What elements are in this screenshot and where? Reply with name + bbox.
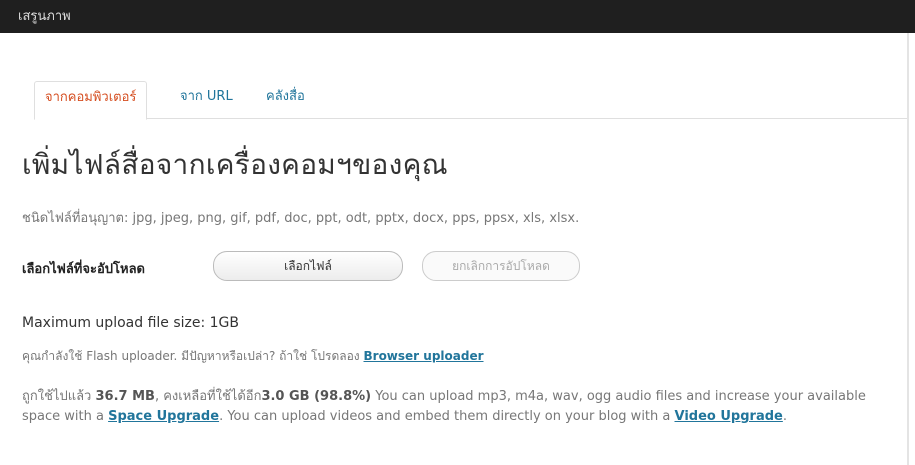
quota-prefix: ถูกใช้ไปแล้ว bbox=[22, 389, 92, 404]
tab-from-computer[interactable]: จากคอมพิวเตอร์ bbox=[34, 81, 148, 120]
max-upload-size: Maximum upload file size: 1GB bbox=[22, 315, 240, 331]
space-upgrade-link[interactable]: Space Upgrade bbox=[108, 409, 219, 424]
cancel-upload-button[interactable]: ยกเลิกการอัปโหลด bbox=[422, 251, 580, 281]
tab-from-url[interactable]: จาก URL bbox=[180, 81, 233, 118]
quota-text-3: . bbox=[782, 409, 787, 424]
browser-uploader-link[interactable]: Browser uploader bbox=[364, 349, 484, 363]
media-upload-window: เสรูนภาพ จากคอมพิวเตอร์ จาก URL คลังสื่อ… bbox=[0, 0, 915, 465]
select-files-label: เลือกไฟล์ที่จะอัปโหลด bbox=[22, 262, 145, 277]
window-title: เสรูนภาพ bbox=[18, 9, 71, 24]
flash-uploader-notice: คุณกำลังใช้ Flash uploader. มีปัญหาหรือเ… bbox=[22, 347, 484, 366]
window-titlebar: เสรูนภาพ bbox=[0, 0, 915, 33]
quota-text-2: . You can upload videos and embed them d… bbox=[219, 409, 675, 424]
tab-media-library[interactable]: คลังสื่อ bbox=[266, 81, 305, 118]
flash-notice-text: คุณกำลังใช้ Flash uploader. มีปัญหาหรือเ… bbox=[22, 349, 360, 363]
storage-quota-info: ถูกใช้ไปแล้ว 36.7 MB, คงเหลือที่ใช้ได้อี… bbox=[22, 387, 902, 427]
allowed-file-types: ชนิดไฟล์ที่อนุญาต: jpg, jpeg, png, gif, … bbox=[22, 211, 580, 226]
video-upgrade-link[interactable]: Video Upgrade bbox=[675, 409, 783, 424]
quota-used: 36.7 MB bbox=[95, 389, 155, 404]
select-files-button[interactable]: เลือกไฟล์ bbox=[213, 251, 403, 281]
upload-tabs: จากคอมพิวเตอร์ จาก URL คลังสื่อ bbox=[34, 81, 907, 120]
page-title: เพิ่มไฟล์สื่อจากเครื่องคอมฯของคุณ bbox=[22, 148, 448, 181]
quota-remaining: 3.0 GB (98.8%) bbox=[261, 389, 372, 404]
quota-remain-text: , คงเหลือที่ใช้ได้อีก bbox=[154, 389, 262, 404]
